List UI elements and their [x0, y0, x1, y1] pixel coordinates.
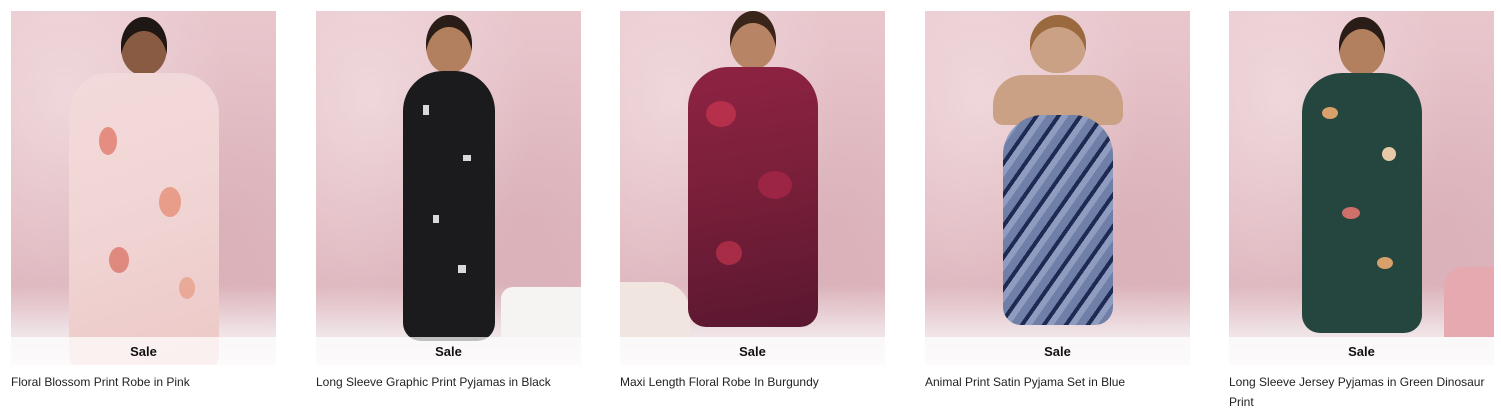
product-title-link[interactable]: Long Sleeve Graphic Print Pyjamas in Bla… — [316, 372, 581, 392]
sale-badge: Sale — [11, 337, 276, 365]
product-title-link[interactable]: Maxi Length Floral Robe In Burgundy — [620, 372, 885, 392]
product-photo — [925, 11, 1190, 365]
product-card: Sale Maxi Length Floral Robe In Burgundy — [620, 11, 885, 392]
product-title-link[interactable]: Floral Blossom Print Robe in Pink — [11, 372, 276, 392]
sale-badge: Sale — [620, 337, 885, 365]
sale-badge: Sale — [925, 337, 1190, 365]
product-image-link[interactable]: Sale — [1229, 11, 1494, 365]
product-photo — [11, 11, 276, 365]
product-image-link[interactable]: Sale — [11, 11, 276, 365]
product-photo — [620, 11, 885, 365]
product-photo — [1229, 11, 1494, 365]
product-photo — [316, 11, 581, 365]
product-image-link[interactable]: Sale — [925, 11, 1190, 365]
sale-badge: Sale — [316, 337, 581, 365]
product-title-link[interactable]: Animal Print Satin Pyjama Set in Blue — [925, 372, 1190, 392]
product-image-link[interactable]: Sale — [316, 11, 581, 365]
sale-badge: Sale — [1229, 337, 1494, 365]
product-card: Sale Long Sleeve Jersey Pyjamas in Green… — [1229, 11, 1494, 409]
product-image-link[interactable]: Sale — [620, 11, 885, 365]
product-card: Sale Animal Print Satin Pyjama Set in Bl… — [925, 11, 1190, 392]
product-card: Sale Long Sleeve Graphic Print Pyjamas i… — [316, 11, 581, 392]
product-grid: Sale Floral Blossom Print Robe in Pink S… — [0, 0, 1501, 409]
product-title-link[interactable]: Long Sleeve Jersey Pyjamas in Green Dino… — [1229, 372, 1494, 409]
product-card: Sale Floral Blossom Print Robe in Pink — [11, 11, 276, 392]
